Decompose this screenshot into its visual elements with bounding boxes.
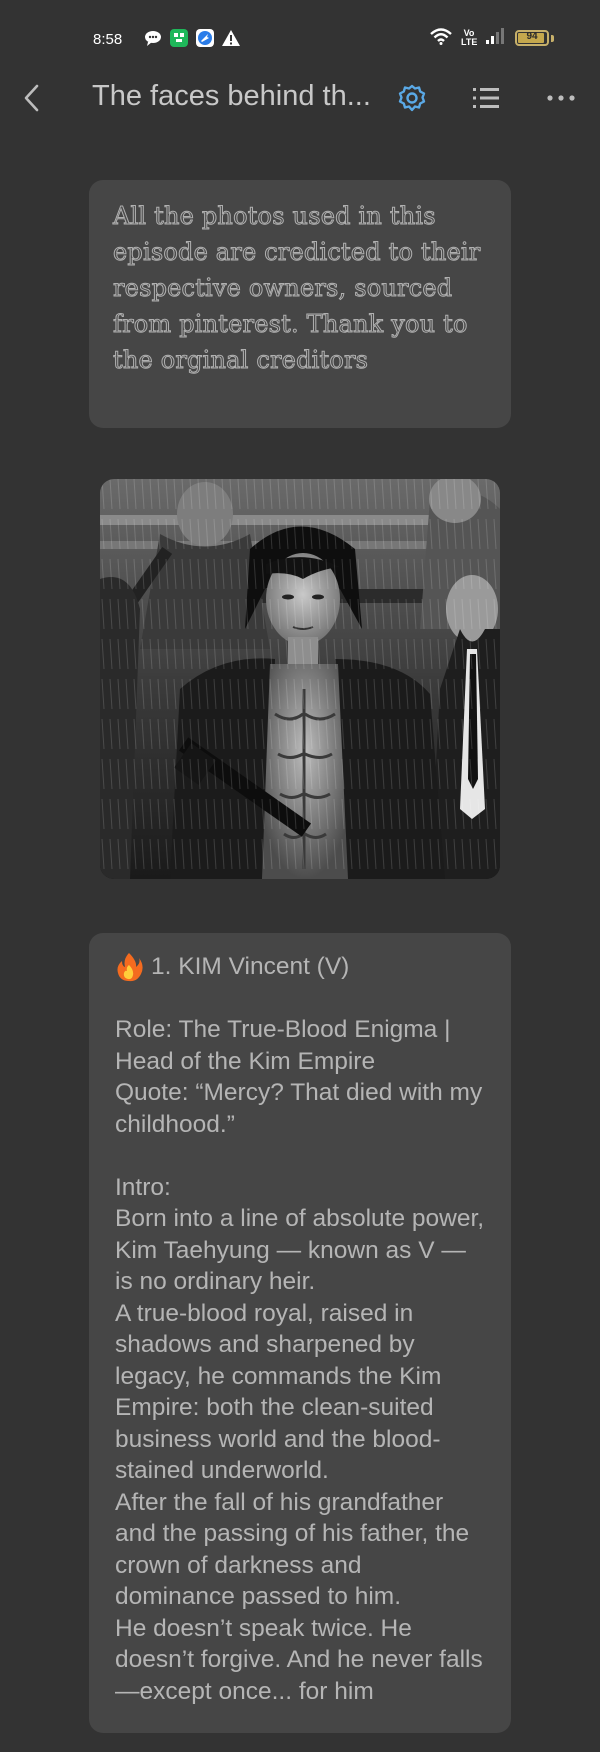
credit-notice-card: All the photos used in this episode are … — [89, 180, 511, 428]
chat-bubble-icon — [143, 28, 163, 48]
status-bar: 8:58 Vo LTE 94 — [0, 0, 600, 80]
character-quote: Quote: “Mercy? That died with my childho… — [115, 1079, 483, 1138]
photo-illustration — [100, 479, 500, 879]
list-icon — [473, 88, 499, 108]
warning-icon — [221, 28, 241, 48]
battery-level: 94 — [526, 31, 538, 42]
network-label: Vo LTE — [461, 28, 478, 47]
green-app-icon — [169, 28, 189, 48]
character-description: 1. KIM Vincent (V) Role: The True-Blood … — [115, 951, 485, 1707]
signal-icon — [485, 27, 507, 49]
system-icons: Vo LTE 94 — [429, 27, 554, 49]
chapter-list-button[interactable] — [466, 78, 506, 118]
character-role: Role: The True-Blood Enigma | Head of th… — [115, 1016, 451, 1075]
more-options-button[interactable] — [541, 78, 581, 118]
chevron-left-icon — [24, 84, 39, 112]
battery-tip — [551, 34, 554, 42]
credit-notice-text: All the photos used in this episode are … — [113, 202, 481, 375]
blue-app-icon — [195, 28, 215, 48]
intro-label: Intro: — [115, 1173, 171, 1201]
app-bar: The faces behind th... — [0, 70, 600, 130]
page-title: The faces behind th... — [92, 80, 371, 112]
settings-button[interactable] — [392, 78, 432, 118]
character-photo[interactable] — [100, 479, 500, 879]
back-button[interactable] — [12, 78, 52, 118]
character-name: 1. KIM Vincent (V) — [151, 953, 350, 980]
status-time: 8:58 — [93, 31, 123, 48]
notification-icons — [143, 28, 241, 48]
intro-paragraph: He doesn’t speak twice. He doesn’t forgi… — [115, 1614, 483, 1705]
intro-paragraph: Born into a line of absolute power, Kim … — [115, 1205, 485, 1295]
intro-paragraph: A true-blood royal, raised in shadows an… — [115, 1299, 442, 1485]
battery-icon: 94 — [515, 30, 549, 46]
gear-icon — [398, 84, 426, 112]
fire-icon — [117, 952, 143, 981]
character-card: 1. KIM Vincent (V) Role: The True-Blood … — [89, 933, 511, 1733]
wifi-icon — [429, 27, 453, 49]
more-horizontal-icon — [547, 95, 575, 101]
character-heading: 1. KIM Vincent (V) — [115, 951, 485, 983]
intro-paragraph: After the fall of his grandfather and th… — [115, 1488, 470, 1611]
